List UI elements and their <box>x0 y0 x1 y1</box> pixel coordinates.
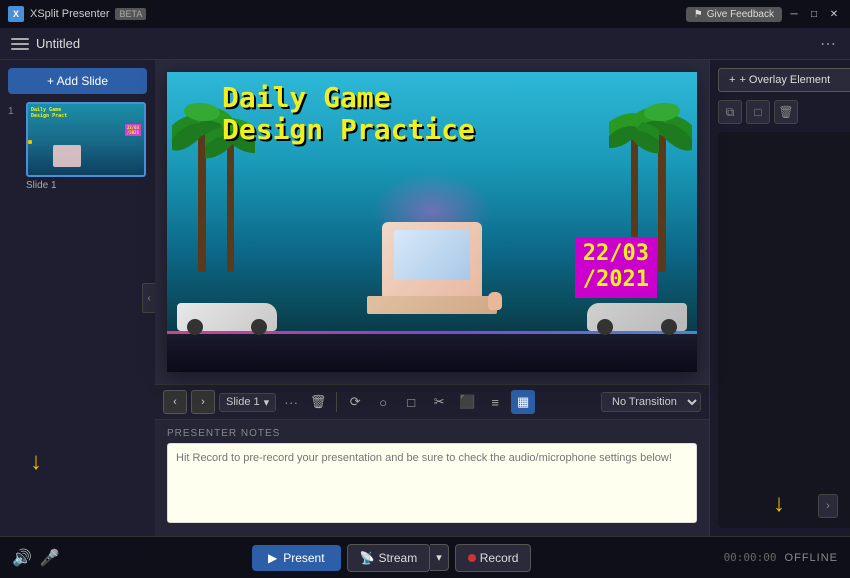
microphone-icon[interactable]: 🎤 <box>40 548 60 568</box>
beta-badge: BETA <box>115 8 146 20</box>
transition-select[interactable]: No Transition <box>601 392 701 412</box>
notes-label: PRESENTER NOTES <box>167 428 697 439</box>
title-bar-left: X XSplit Presenter BETA <box>8 6 146 22</box>
minimize-button[interactable]: ─ <box>786 6 802 22</box>
slide-background: Daily Game Design Practice 22/03 /2021 <box>167 72 697 372</box>
right-sidebar: + + Overlay Element ⧉ □ 🗑 › ↓ <box>709 60 850 536</box>
mini-yellow-indicator <box>28 140 32 144</box>
slide-toolbar: ‹ › Slide 1 ▾ ··· 🗑 ⟳ ○ □ ✂ ⬛ ≡ ▦ No Tra… <box>155 384 709 420</box>
app-icon: X <box>8 6 24 22</box>
slide-computer <box>342 192 522 322</box>
slides-panel: 1 Daily GameDesign Pract 22/03/2021 Slid… <box>8 102 147 528</box>
title-bar: X XSplit Presenter BETA ⚑ Give Feedback … <box>0 0 850 28</box>
mini-slide-date: 22/03/2021 <box>125 124 141 136</box>
bottom-right: 00:00:00 OFFLINE <box>724 551 838 564</box>
tool-rect-button[interactable]: □ <box>399 390 423 414</box>
add-slide-button[interactable]: + Add Slide <box>8 68 147 94</box>
car-right <box>587 302 687 347</box>
hamburger-menu[interactable] <box>8 32 32 56</box>
tool-circle-button[interactable]: ○ <box>371 390 395 414</box>
feedback-button[interactable]: ⚑ Give Feedback <box>686 7 782 22</box>
restore-button[interactable]: □ <box>806 6 822 22</box>
slide-canvas: Daily Game Design Practice 22/03 /2021 <box>167 72 697 372</box>
slide-title: Daily Game Design Practice <box>222 82 475 146</box>
app-name: XSplit Presenter <box>30 8 109 20</box>
record-dot <box>468 554 476 562</box>
bottom-bar: 🔊 🎤 ▶ Present 📡 Stream ▾ Record 00:00:00… <box>0 536 850 578</box>
right-sidebar-content <box>718 132 850 528</box>
toolbar-dots[interactable]: ··· <box>280 394 302 410</box>
slide-canvas-area: Daily Game Design Practice 22/03 /2021 <box>155 60 709 384</box>
right-arrow-indicator: ↓ <box>773 490 785 518</box>
present-button[interactable]: ▶ Present <box>252 545 341 571</box>
toolbar-slide-label: Slide 1 ▾ <box>219 393 276 412</box>
menu-more-options[interactable]: ⋯ <box>814 32 842 56</box>
tool-grid-button[interactable]: ▦ <box>511 390 535 414</box>
mini-computer <box>53 145 81 167</box>
slide-canvas-wrapper: Daily Game Design Practice 22/03 /2021 <box>167 72 697 372</box>
mini-slide-title: Daily GameDesign Pract <box>31 107 67 119</box>
overlay-delete-button[interactable]: 🗑 <box>774 100 798 124</box>
tool-fill-button[interactable]: ⬛ <box>455 390 479 414</box>
wifi-icon: 📡 <box>360 551 375 565</box>
time-display: 00:00:00 <box>724 551 777 564</box>
slide-number: 1 <box>8 102 20 117</box>
delete-slide-button[interactable]: 🗑 <box>306 390 330 414</box>
car-left <box>177 302 277 347</box>
left-sidebar: + Add Slide 1 Daily GameDesign Pract 22/… <box>0 60 155 536</box>
left-arrow-indicator: ↓ <box>30 448 42 476</box>
speaker-icon[interactable]: 🔊 <box>12 548 32 568</box>
notes-area: PRESENTER NOTES <box>155 420 709 536</box>
offline-badge: OFFLINE <box>785 552 838 564</box>
overlay-toolbar: ⧉ □ 🗑 <box>718 100 850 124</box>
chevron-right-icon: › <box>826 500 830 512</box>
menu-bar: Untitled ⋯ <box>0 28 850 60</box>
prev-slide-button[interactable]: ‹ <box>163 390 187 414</box>
close-button[interactable]: ✕ <box>826 6 842 22</box>
flag-icon: ⚑ <box>694 9 703 20</box>
tool-crop-button[interactable]: ✂ <box>427 390 451 414</box>
slide-item[interactable]: 1 Daily GameDesign Pract 22/03/2021 Slid… <box>8 102 147 191</box>
play-icon: ▶ <box>268 551 277 565</box>
tool-list-button[interactable]: ≡ <box>483 390 507 414</box>
stream-dropdown-button[interactable]: ▾ <box>430 544 449 571</box>
toolbar-separator <box>336 392 337 412</box>
overlay-copy-button[interactable]: ⧉ <box>718 100 742 124</box>
bottom-left: 🔊 🎤 <box>12 548 60 568</box>
next-slide-button[interactable]: › <box>191 390 215 414</box>
notes-textarea[interactable] <box>167 443 697 523</box>
overlay-resize-button[interactable]: □ <box>746 100 770 124</box>
slide-thumbnail: Daily GameDesign Pract 22/03/2021 <box>26 102 146 177</box>
center-content: Daily Game Design Practice 22/03 /2021 <box>155 60 709 536</box>
slide-label: Slide 1 <box>26 180 146 191</box>
add-overlay-button[interactable]: + + Overlay Element <box>718 68 850 92</box>
stream-button-group: 📡 Stream ▾ <box>347 544 449 572</box>
bottom-center: ▶ Present 📡 Stream ▾ Record <box>68 544 716 572</box>
main-layout: + Add Slide 1 Daily GameDesign Pract 22/… <box>0 60 850 536</box>
document-title[interactable]: Untitled <box>36 36 810 51</box>
right-panel-expand-button[interactable]: › <box>818 494 838 518</box>
sidebar-collapse-button[interactable]: ‹ <box>142 283 156 313</box>
title-bar-controls: ⚑ Give Feedback ─ □ ✕ <box>686 6 842 22</box>
slide-date: 22/03 /2021 <box>575 237 657 298</box>
tool-refresh-button[interactable]: ⟳ <box>343 390 367 414</box>
stream-button[interactable]: 📡 Stream <box>347 544 431 572</box>
record-button[interactable]: Record <box>455 544 532 572</box>
plus-icon: + <box>729 74 735 86</box>
